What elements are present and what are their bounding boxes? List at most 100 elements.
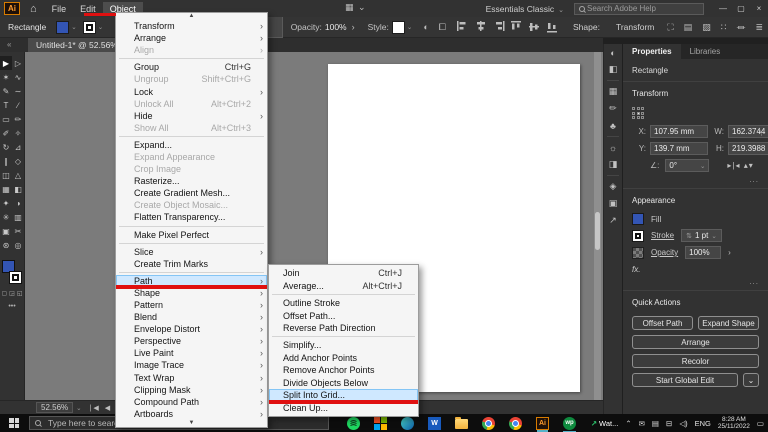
reference-point-dot[interactable]	[641, 107, 644, 110]
workspace-switcher[interactable]: Essentials Classic⌄	[486, 4, 564, 14]
recolor-artwork-icon[interactable]: ◐	[423, 22, 428, 32]
menu-item-remove-anchor-points[interactable]: Remove Anchor Points	[269, 364, 418, 376]
tab-properties[interactable]: Properties	[623, 44, 681, 59]
network-icon[interactable]: ⊟	[666, 419, 672, 428]
transform-link[interactable]: Transform	[616, 22, 654, 32]
home-icon[interactable]: ⌂	[30, 3, 37, 15]
line-segment-tool-icon[interactable]: ∕	[12, 98, 24, 112]
menu-item-reverse-path-direction[interactable]: Reverse Path Direction	[269, 322, 418, 334]
menu-item-align[interactable]: Align›	[116, 44, 267, 56]
preferences-icon[interactable]: ⏛	[736, 21, 745, 34]
opacity-link[interactable]: Opacity	[651, 248, 678, 257]
reference-point-dot[interactable]	[632, 107, 635, 110]
transform-more-options[interactable]: ...	[623, 172, 768, 189]
flip-horizontal-icon[interactable]: ▸|◂	[727, 161, 740, 170]
microsoft-edge-icon[interactable]	[401, 417, 414, 430]
minimize-button[interactable]: —	[714, 2, 732, 15]
rectangle-tool-icon[interactable]: ▭	[0, 112, 12, 126]
mail-icon[interactable]: ✉	[639, 419, 645, 428]
menu-item-slice[interactable]: Slice›	[116, 246, 267, 258]
appearance-more-options[interactable]: ...	[623, 274, 768, 291]
action-center-icon[interactable]: ▭	[757, 419, 764, 428]
pencil-tool-icon[interactable]: ✐	[0, 126, 12, 140]
menu-item-artboards[interactable]: Artboards›	[116, 408, 267, 420]
menu-item-arrange[interactable]: Arrange›	[116, 32, 267, 44]
paintbrush-tool-icon[interactable]: ✏	[12, 112, 24, 126]
column-graph-tool-icon[interactable]: ▥	[12, 210, 24, 224]
flip-vertical-icon[interactable]: ▴▾	[744, 161, 754, 170]
menu-item-show-all[interactable]: Show AllAlt+Ctrl+3	[116, 122, 267, 134]
spotify-icon[interactable]: )))	[347, 417, 360, 430]
stroke-swatch[interactable]: ⌄	[83, 21, 109, 34]
menu-file[interactable]: File	[45, 2, 74, 16]
zoom-level-dropdown[interactable]: 52.56%	[36, 402, 73, 413]
menu-item-text-wrap[interactable]: Text Wrap›	[116, 372, 267, 384]
menu-item-make-pixel-perfect[interactable]: Make Pixel Perfect	[116, 229, 267, 241]
reference-point-dot[interactable]	[641, 116, 644, 119]
recolor-button[interactable]: Recolor	[632, 354, 759, 368]
shaper-tool-icon[interactable]: ✧	[12, 126, 24, 140]
align-left-icon[interactable]	[457, 21, 469, 33]
draw-mode-1-icon[interactable]: ◲	[9, 290, 15, 297]
shape-link[interactable]: Shape:	[573, 22, 600, 32]
menu-item-join[interactable]: JoinCtrl+J	[269, 267, 418, 279]
opacity-value[interactable]: 100%	[325, 22, 347, 32]
arrange-documents-icon[interactable]: ▦ ⌄	[345, 2, 367, 13]
reference-point-dot[interactable]	[641, 112, 644, 115]
menu-item-ungroup[interactable]: UngroupShift+Ctrl+G	[116, 73, 267, 85]
menu-item-simplify[interactable]: Simplify...	[269, 339, 418, 351]
tab-libraries[interactable]: Libraries	[681, 44, 730, 59]
shape-builder-tool-icon[interactable]: ◫	[0, 168, 12, 182]
lasso-tool-icon[interactable]: ∿	[12, 70, 24, 84]
offset-path-button[interactable]: Offset Path	[632, 316, 693, 330]
arrange-button[interactable]: Arrange	[632, 335, 759, 349]
menu-item-transform[interactable]: Transform›	[116, 20, 267, 32]
close-button[interactable]: ×	[750, 2, 768, 15]
width-tool-icon[interactable]: ∥	[0, 154, 12, 168]
draw-mode-2-icon[interactable]: ◱	[17, 290, 23, 297]
vertical-scrollbar[interactable]	[594, 52, 601, 400]
isolate-object-icon[interactable]: ⛶	[667, 22, 673, 33]
chrome-profile-icon[interactable]	[509, 417, 522, 430]
menu-item-group[interactable]: GroupCtrl+G	[116, 61, 267, 73]
menu-item-clipping-mask[interactable]: Clipping Mask›	[116, 384, 267, 396]
expand-shape-button[interactable]: Expand Shape	[698, 316, 759, 330]
clock[interactable]: 8:28 AM25/11/2022	[718, 416, 750, 430]
menu-item-lock[interactable]: Lock›	[116, 85, 267, 97]
perspective-grid-tool-icon[interactable]: △	[12, 168, 24, 182]
graphic-styles-panel-icon[interactable]: ◨	[604, 156, 622, 173]
menu-item-offset-path[interactable]: Offset Path...	[269, 309, 418, 321]
panel-menu-icon[interactable]: ≣	[755, 22, 763, 33]
align-top-icon[interactable]	[511, 21, 523, 33]
appearance-panel-icon[interactable]: ☼	[604, 139, 622, 156]
opacity-more-icon[interactable]: ›	[352, 22, 355, 32]
appearance-fill-swatch[interactable]	[632, 213, 644, 225]
slice-tool-icon[interactable]: ✂	[12, 224, 24, 238]
menu-scroll-up-icon[interactable]: ▲	[116, 13, 267, 20]
color-panel-icon[interactable]: ◐	[604, 44, 622, 61]
artboard-tool-icon[interactable]: ▣	[0, 224, 12, 238]
fill-swatch[interactable]: ⌄	[56, 21, 82, 34]
reference-point-dot[interactable]	[632, 116, 635, 119]
layers-panel-icon[interactable]: ◈	[604, 178, 622, 195]
align-bottom-icon[interactable]	[547, 21, 559, 33]
menu-item-blend[interactable]: Blend›	[116, 311, 267, 323]
menu-item-image-trace[interactable]: Image Trace›	[116, 359, 267, 371]
appearance-stroke-swatch[interactable]	[632, 230, 644, 242]
wp-icon[interactable]: wp	[563, 417, 576, 430]
asset-export-panel-icon[interactable]: ↗	[604, 212, 622, 229]
menu-item-envelope-distort[interactable]: Envelope Distort›	[116, 323, 267, 335]
stroke-link[interactable]: Stroke	[651, 231, 674, 240]
draw-mode-0-icon[interactable]: ▢	[1, 290, 7, 297]
fx-icon[interactable]: fx.	[623, 259, 768, 274]
scale-tool-icon[interactable]: ⊿	[12, 140, 24, 154]
menu-item-compound-path[interactable]: Compound Path›	[116, 396, 267, 408]
reference-point-dot[interactable]	[637, 107, 640, 110]
edit-toolbar-icon[interactable]: •••	[0, 303, 24, 310]
align-middle-v-icon[interactable]	[529, 21, 541, 33]
menu-item-path[interactable]: Path›	[116, 275, 267, 287]
restore-button[interactable]: ▢	[732, 2, 750, 15]
mesh-tool-icon[interactable]: ▦	[0, 182, 12, 196]
swatches-panel-icon[interactable]: ▦	[604, 83, 622, 100]
menu-item-outline-stroke[interactable]: Outline Stroke	[269, 297, 418, 309]
